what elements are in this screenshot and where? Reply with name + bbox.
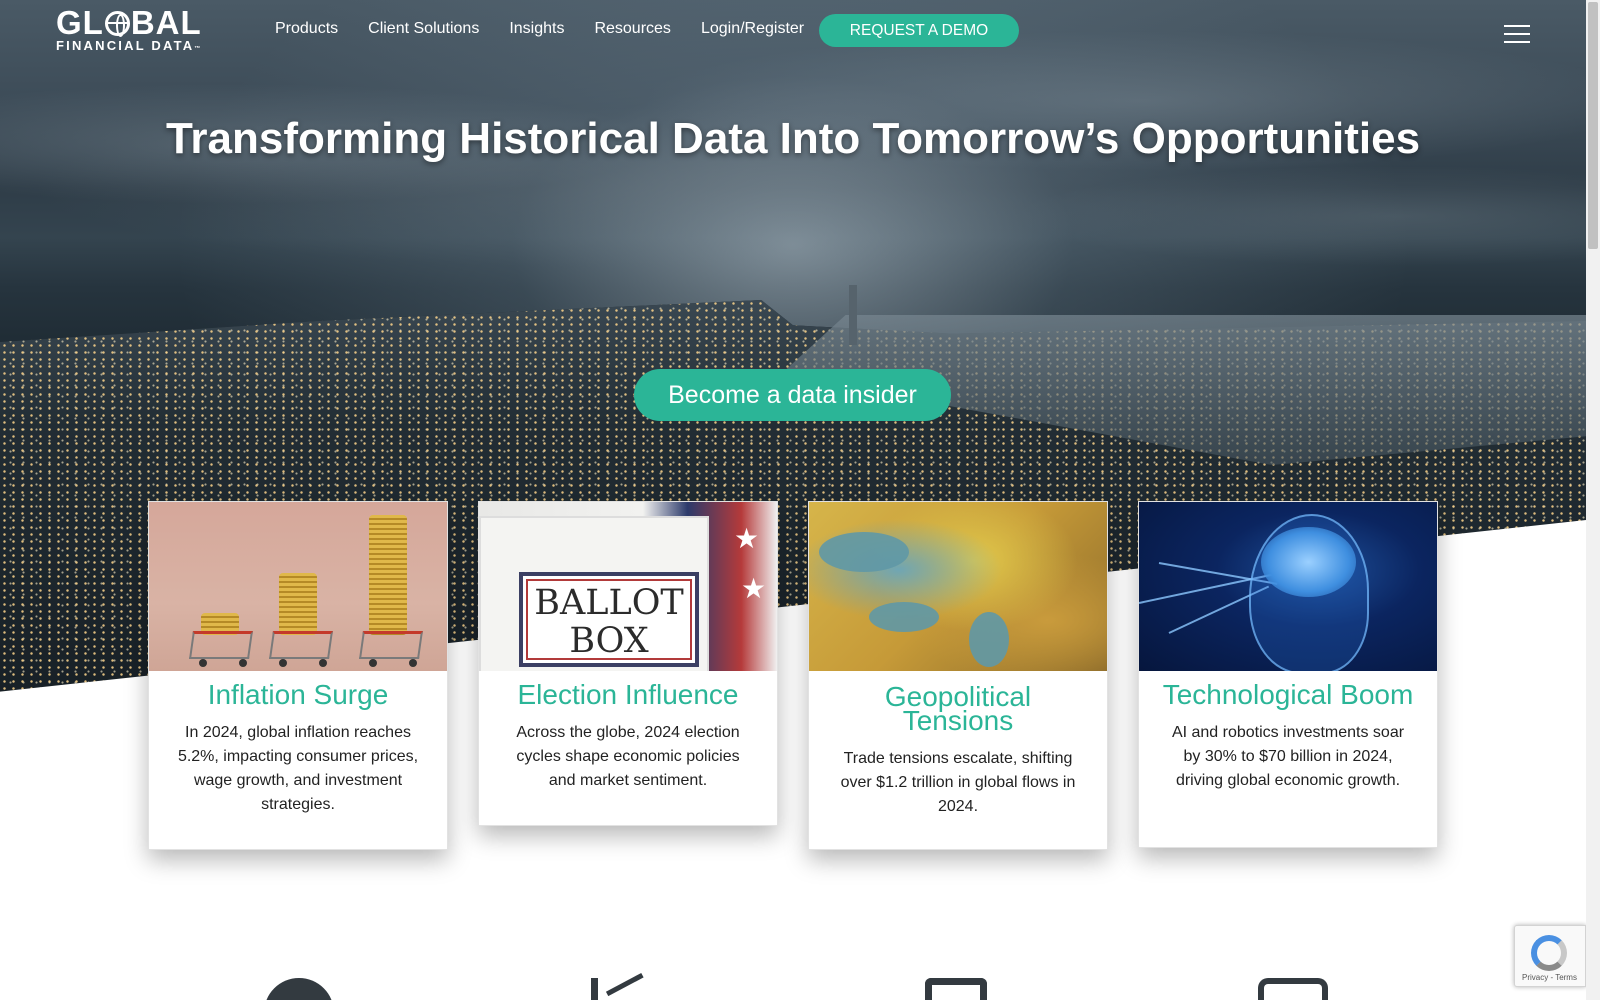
shield-icon (925, 978, 987, 1000)
ballot-box-label: BALLOT BOX (519, 572, 699, 667)
card-text: AI and robotics investments soar by 30% … (1171, 724, 1405, 789)
card-inflation-surge[interactable]: Inflation Surge In 2024, global inflatio… (148, 501, 448, 850)
logo-text-end: BAL (130, 4, 202, 41)
card-image-ballot-box: BALLOT BOX ★ ★ (479, 502, 777, 671)
logo-globe-icon (104, 10, 130, 37)
scrollbar-thumb[interactable] (1588, 2, 1598, 249)
ballot-label-line-1: BALLOT (534, 583, 684, 623)
logo-wordmark: GL BAL (56, 4, 203, 41)
ballot-label-line-2: BOX (569, 621, 649, 661)
chart-icon (591, 972, 661, 1000)
recaptcha-icon (1531, 935, 1567, 971)
logo-text-start: GL (56, 4, 104, 41)
card-title: Geopolitical Tensions (884, 681, 1032, 736)
recaptcha-badge[interactable]: Privacy - Terms (1514, 925, 1586, 987)
nav-products[interactable]: Products (275, 20, 338, 38)
page-scrollbar[interactable] (1586, 0, 1600, 1000)
hero-tower (849, 285, 857, 345)
card-technological-boom[interactable]: Technological Boom AI and robotics inves… (1138, 501, 1438, 848)
request-demo-button[interactable]: REQUEST A DEMO (819, 14, 1019, 47)
become-data-insider-button[interactable]: Become a data insider (634, 369, 951, 421)
globe-icon (264, 978, 334, 1000)
nav-insights[interactable]: Insights (509, 20, 564, 38)
card-election-influence[interactable]: BALLOT BOX ★ ★ Election Influence Across … (478, 501, 778, 826)
main-nav: Products Client Solutions Insights Resou… (275, 20, 834, 38)
card-text: Trade tensions escalate, shifting over $… (840, 750, 1076, 815)
site-logo[interactable]: GL BAL FINANCIAL DATA™ (56, 4, 203, 56)
logo-subtitle-text: FINANCIAL DATA (56, 38, 195, 53)
logo-subtitle: FINANCIAL DATA™ (56, 39, 203, 56)
card-text: In 2024, global inflation reaches 5.2%, … (177, 724, 419, 813)
nav-login-register[interactable]: Login/Register (701, 20, 804, 38)
book-icon (1258, 978, 1328, 1000)
logo-trademark: ™ (194, 46, 203, 52)
nav-client-solutions[interactable]: Client Solutions (368, 20, 479, 38)
card-image-inflation (149, 502, 447, 671)
nav-resources[interactable]: Resources (594, 20, 670, 38)
card-title: Inflation Surge (207, 679, 389, 710)
card-text: Across the globe, 2024 election cycles s… (516, 724, 740, 789)
recaptcha-links[interactable]: Privacy - Terms (1522, 973, 1577, 982)
card-title: Technological Boom (1162, 679, 1414, 710)
card-geopolitical-tensions[interactable]: Geopolitical Tensions Trade tensions esc… (808, 501, 1108, 850)
card-image-digital-head (1139, 502, 1437, 671)
card-image-globe-map (809, 502, 1107, 671)
card-title: Election Influence (517, 679, 739, 710)
hamburger-menu-icon[interactable] (1504, 25, 1530, 45)
hero-title: Transforming Historical Data Into Tomorr… (165, 114, 1421, 163)
